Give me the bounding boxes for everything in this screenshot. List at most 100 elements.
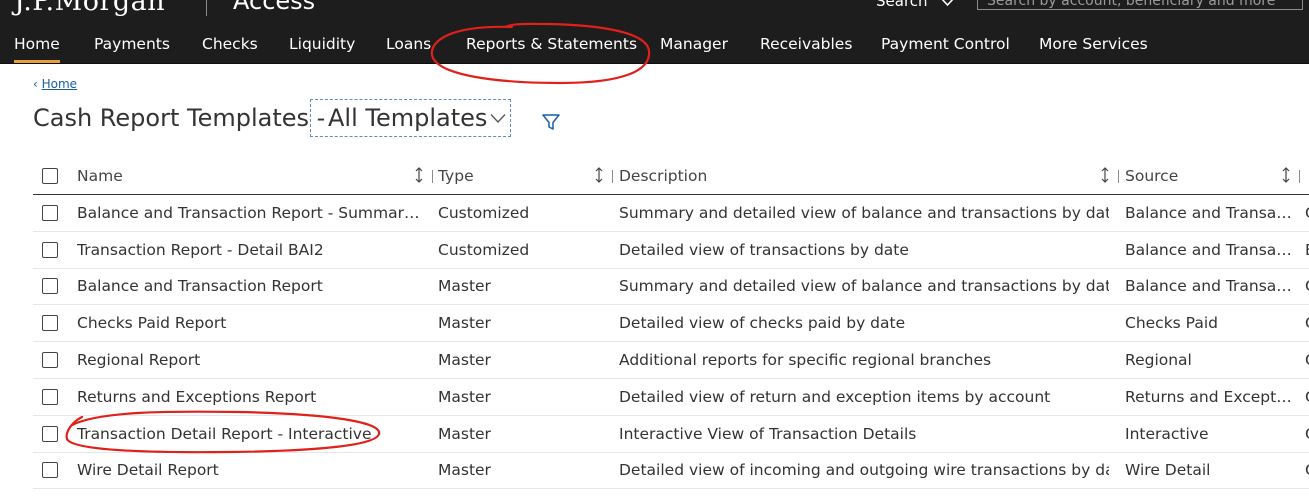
nav-item-reports-statements[interactable]: Reports & Statements (466, 26, 637, 63)
sort-icon[interactable] (414, 166, 424, 184)
table-row[interactable]: Checks Paid Report Master Detailed view … (33, 305, 1309, 343)
row-extra: C (1305, 416, 1309, 452)
table-row[interactable]: Wire Detail Report Master Detailed view … (33, 453, 1309, 490)
search-scope-dropdown[interactable]: Search (876, 0, 928, 10)
brand-logo[interactable]: J.P.Morgan (14, 0, 165, 17)
row-name[interactable]: Returns and Exceptions Report (77, 379, 427, 415)
row-description: Detailed view of return and exception it… (619, 387, 1051, 406)
row-extra: E (1305, 232, 1309, 268)
nav-item-checks[interactable]: Checks (202, 26, 258, 63)
row-name-text: Transaction Detail Report - Interactive (77, 424, 372, 443)
table-row[interactable]: Balance and Transaction Report - Summary… (33, 195, 1309, 232)
row-name-text: Balance and Transaction Report - Summary… (77, 203, 427, 222)
row-source: Regional (1125, 342, 1293, 378)
row-description: Detailed view of transactions by date (619, 240, 909, 259)
row-source: Interactive (1125, 416, 1293, 452)
row-select-cell (42, 195, 66, 231)
row-extra: C (1305, 379, 1309, 415)
template-filter-dropdown[interactable]: All Templates (310, 99, 511, 137)
table-row[interactable]: Regional Report Master Additional report… (33, 342, 1309, 379)
row-type: Customized (438, 240, 530, 259)
template-filter-value: All Templates (328, 104, 488, 132)
column-divider (1299, 170, 1300, 183)
row-checkbox[interactable] (42, 462, 58, 479)
sort-icon[interactable] (594, 166, 604, 184)
row-type: Master (438, 461, 491, 480)
row-select-cell (42, 269, 66, 305)
row-checkbox[interactable] (42, 241, 58, 258)
row-source: Balance and Transaction (1125, 232, 1293, 268)
row-select-cell (42, 379, 66, 415)
row-name-text: Transaction Report - Detail BAI2 (77, 240, 324, 259)
row-source: Balance and Transaction (1125, 195, 1293, 231)
row-select-cell (42, 416, 66, 452)
row-source: Returns and Exceptions (1125, 379, 1293, 415)
nav-item-loans[interactable]: Loans (386, 26, 431, 63)
table-row[interactable]: Balance and Transaction Report Master Su… (33, 269, 1309, 306)
column-divider (432, 170, 433, 183)
table-row[interactable]: Transaction Detail Report - Interactive … (33, 416, 1309, 453)
row-checkbox[interactable] (42, 278, 58, 295)
select-all-cell (42, 157, 66, 194)
row-source-text: Balance and Transaction (1125, 240, 1293, 259)
row-name[interactable]: Transaction Detail Report - Interactive (77, 416, 427, 452)
row-name-text: Regional Report (77, 351, 201, 370)
row-description: Summary and detailed view of balance and… (619, 203, 1109, 222)
row-name[interactable]: Wire Detail Report (77, 453, 427, 489)
sort-icon[interactable] (1281, 166, 1291, 184)
row-extra: C (1305, 269, 1309, 305)
row-name[interactable]: Transaction Report - Detail BAI2 (77, 232, 427, 268)
sort-icon[interactable] (1100, 166, 1110, 184)
row-name[interactable]: Checks Paid Report (77, 305, 427, 341)
search-input[interactable] (977, 0, 1303, 10)
row-type: Master (438, 387, 491, 406)
row-checkbox[interactable] (42, 315, 58, 332)
row-type: Master (438, 424, 491, 443)
nav-item-payment-control[interactable]: Payment Control (881, 26, 1010, 63)
row-select-cell (42, 453, 66, 489)
chevron-down-icon (490, 114, 506, 123)
filter-icon[interactable] (541, 113, 561, 131)
select-all-checkbox[interactable] (42, 168, 58, 184)
breadcrumb-home-link[interactable]: Home (42, 77, 77, 91)
column-header-type[interactable]: Type (438, 157, 608, 194)
main-nav: Home Payments Checks Liquidity Loans Rep… (0, 26, 1309, 64)
nav-item-home[interactable]: Home (14, 26, 60, 63)
nav-item-more-services[interactable]: More Services (1039, 26, 1148, 63)
row-extra: C (1305, 342, 1309, 378)
row-source-text: Wire Detail (1125, 461, 1211, 480)
row-name[interactable]: Balance and Transaction Report - Summary… (77, 195, 427, 231)
row-name-text: Balance and Transaction Report (77, 277, 323, 296)
row-name[interactable]: Regional Report (77, 342, 427, 378)
row-name[interactable]: Balance and Transaction Report (77, 269, 427, 305)
breadcrumb: ‹ Home (33, 77, 77, 91)
row-description: Detailed view of incoming and outgoing w… (619, 461, 1109, 480)
row-name-text: Returns and Exceptions Report (77, 387, 317, 406)
row-source: Checks Paid (1125, 305, 1293, 341)
row-type: Master (438, 277, 491, 296)
product-name: Access (233, 0, 316, 15)
row-description: Interactive View of Transaction Details (619, 424, 917, 443)
row-description: Detailed view of checks paid by date (619, 314, 906, 333)
table-header-row: Name Type Description Source (33, 157, 1309, 195)
row-checkbox[interactable] (42, 388, 58, 405)
table-row[interactable]: Returns and Exceptions Report Master Det… (33, 379, 1309, 416)
column-header-description[interactable]: Description (619, 157, 1109, 194)
nav-item-receivables[interactable]: Receivables (760, 26, 852, 63)
row-checkbox[interactable] (42, 425, 58, 442)
row-extra: C (1305, 195, 1309, 231)
table-row[interactable]: Transaction Report - Detail BAI2 Customi… (33, 232, 1309, 269)
row-source: Balance and Transaction (1125, 269, 1293, 305)
column-header-source[interactable]: Source (1125, 157, 1293, 194)
row-type: Master (438, 351, 491, 370)
templates-table: Name Type Description Source Balance and… (33, 157, 1309, 490)
chevron-down-icon[interactable] (940, 0, 955, 7)
nav-item-payments[interactable]: Payments (94, 26, 170, 63)
nav-item-liquidity[interactable]: Liquidity (289, 26, 355, 63)
row-checkbox[interactable] (42, 204, 58, 221)
row-name-text: Checks Paid Report (77, 314, 227, 333)
nav-item-manager[interactable]: Manager (660, 26, 728, 63)
column-header-name[interactable]: Name (77, 157, 427, 194)
row-checkbox[interactable] (42, 352, 58, 369)
row-type: Master (438, 314, 491, 333)
